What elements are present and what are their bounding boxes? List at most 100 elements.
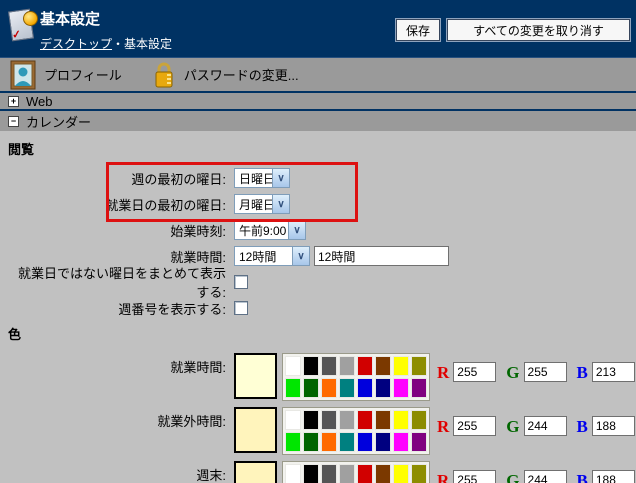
- palette-color-cell[interactable]: [411, 432, 427, 452]
- weekend-color-label: 週末:: [8, 461, 230, 483]
- page-header: ✓ 基本設定 デスクトップ・基本設定 保存 すべての変更を取り消す: [0, 0, 636, 58]
- palette-color-cell[interactable]: [285, 356, 301, 376]
- profile-button[interactable]: プロフィール: [10, 60, 122, 90]
- palette-color-cell[interactable]: [411, 410, 427, 430]
- green-value-input[interactable]: [524, 362, 567, 382]
- palette-color-cell[interactable]: [285, 410, 301, 430]
- section-calendar-label: カレンダー: [26, 112, 91, 131]
- palette-color-cell[interactable]: [339, 410, 355, 430]
- expand-icon[interactable]: +: [8, 96, 19, 107]
- palette-color-cell[interactable]: [375, 410, 391, 430]
- palette-color-cell[interactable]: [357, 410, 373, 430]
- blue-value-input[interactable]: [592, 470, 635, 483]
- palette-color-cell[interactable]: [339, 464, 355, 483]
- palette-color-cell[interactable]: [321, 410, 337, 430]
- palette-color-cell[interactable]: [303, 356, 319, 376]
- palette-color-cell[interactable]: [393, 356, 409, 376]
- palette-color-cell[interactable]: [303, 432, 319, 452]
- palette-color-cell[interactable]: [321, 356, 337, 376]
- blue-label: B: [577, 472, 588, 483]
- nonwork-hours-color-swatch[interactable]: [234, 407, 277, 453]
- work-hours-color-label: 就業時間:: [8, 353, 230, 376]
- work-hours-input[interactable]: [314, 246, 449, 266]
- section-calendar[interactable]: − カレンダー: [0, 111, 636, 131]
- palette-color-cell[interactable]: [375, 378, 391, 398]
- palette-color-cell[interactable]: [375, 432, 391, 452]
- red-value-input[interactable]: [453, 470, 496, 483]
- green-label: G: [506, 364, 519, 381]
- palette-color-cell[interactable]: [375, 356, 391, 376]
- green-value-input[interactable]: [524, 470, 567, 483]
- profile-icon: [10, 60, 36, 90]
- palette-color-cell[interactable]: [411, 378, 427, 398]
- show-week-numbers-row: 週番号を表示する:: [8, 298, 628, 318]
- nonwork-hours-color-row: 就業外時間: R G B: [8, 407, 628, 455]
- weekend-color-swatch[interactable]: [234, 461, 277, 483]
- palette-color-cell[interactable]: [357, 464, 373, 483]
- red-label: R: [437, 364, 449, 381]
- settings-icon: ✓: [8, 8, 38, 44]
- section-web[interactable]: + Web: [0, 93, 636, 111]
- palette-color-cell[interactable]: [339, 378, 355, 398]
- work-hours-color-swatch[interactable]: [234, 353, 277, 399]
- dropdown-arrow-icon[interactable]: ∨: [272, 169, 289, 187]
- show-week-numbers-checkbox[interactable]: [234, 301, 248, 315]
- green-label: G: [506, 472, 519, 483]
- discard-changes-button[interactable]: すべての変更を取り消す: [447, 19, 630, 41]
- change-password-label: パスワードの変更...: [184, 65, 299, 84]
- collapse-icon[interactable]: −: [8, 116, 19, 127]
- red-value-input[interactable]: [453, 416, 496, 436]
- blue-label: B: [577, 364, 588, 381]
- save-button[interactable]: 保存: [396, 19, 440, 41]
- palette-color-cell[interactable]: [375, 464, 391, 483]
- dropdown-arrow-icon[interactable]: ∨: [272, 195, 289, 213]
- green-value-input[interactable]: [524, 416, 567, 436]
- color-palette: [282, 461, 430, 483]
- first-work-day-label: 就業日の最初の曜日:: [8, 195, 230, 214]
- red-value-input[interactable]: [453, 362, 496, 382]
- palette-color-cell[interactable]: [393, 464, 409, 483]
- nonwork-hours-color-label: 就業外時間:: [8, 407, 230, 430]
- dropdown-arrow-icon[interactable]: ∨: [292, 247, 309, 265]
- palette-color-cell[interactable]: [357, 432, 373, 452]
- blue-value-input[interactable]: [592, 362, 635, 382]
- breadcrumb: デスクトップ・基本設定: [40, 35, 172, 52]
- blue-label: B: [577, 418, 588, 435]
- color-heading: 色: [8, 324, 628, 343]
- color-palette: [282, 407, 430, 455]
- start-time-select[interactable]: 午前9:00 ∨: [234, 220, 306, 240]
- palette-color-cell[interactable]: [393, 410, 409, 430]
- first-work-day-select[interactable]: 月曜日 ∨: [234, 194, 290, 214]
- show-week-numbers-label: 週番号を表示する:: [8, 299, 230, 318]
- blue-value-input[interactable]: [592, 416, 635, 436]
- palette-color-cell[interactable]: [339, 432, 355, 452]
- palette-color-cell[interactable]: [285, 432, 301, 452]
- palette-color-cell[interactable]: [411, 464, 427, 483]
- palette-color-cell[interactable]: [321, 378, 337, 398]
- first-day-of-week-row: 週の最初の曜日: 日曜日 ∨: [8, 168, 628, 188]
- toolbar: プロフィール パスワードの変更...: [0, 58, 636, 93]
- palette-color-cell[interactable]: [303, 410, 319, 430]
- group-nonwork-days-checkbox[interactable]: [234, 275, 248, 289]
- palette-color-cell[interactable]: [411, 356, 427, 376]
- palette-color-cell[interactable]: [285, 378, 301, 398]
- palette-color-cell[interactable]: [357, 356, 373, 376]
- palette-color-cell[interactable]: [321, 464, 337, 483]
- first-day-of-week-select[interactable]: 日曜日 ∨: [234, 168, 290, 188]
- breadcrumb-desktop-link[interactable]: デスクトップ: [40, 37, 112, 51]
- palette-color-cell[interactable]: [303, 378, 319, 398]
- palette-color-cell[interactable]: [393, 432, 409, 452]
- palette-color-cell[interactable]: [339, 356, 355, 376]
- dropdown-arrow-icon[interactable]: ∨: [288, 221, 305, 239]
- palette-color-cell[interactable]: [285, 464, 301, 483]
- work-hours-select[interactable]: 12時間 ∨: [234, 246, 310, 266]
- start-time-label: 始業時刻:: [8, 221, 230, 240]
- red-label: R: [437, 418, 449, 435]
- change-password-button[interactable]: パスワードの変更...: [152, 61, 299, 89]
- section-web-label: Web: [26, 94, 53, 109]
- group-nonwork-days-label: 就業日ではない曜日をまとめて表示する:: [8, 263, 230, 301]
- palette-color-cell[interactable]: [357, 378, 373, 398]
- palette-color-cell[interactable]: [321, 432, 337, 452]
- palette-color-cell[interactable]: [393, 378, 409, 398]
- palette-color-cell[interactable]: [303, 464, 319, 483]
